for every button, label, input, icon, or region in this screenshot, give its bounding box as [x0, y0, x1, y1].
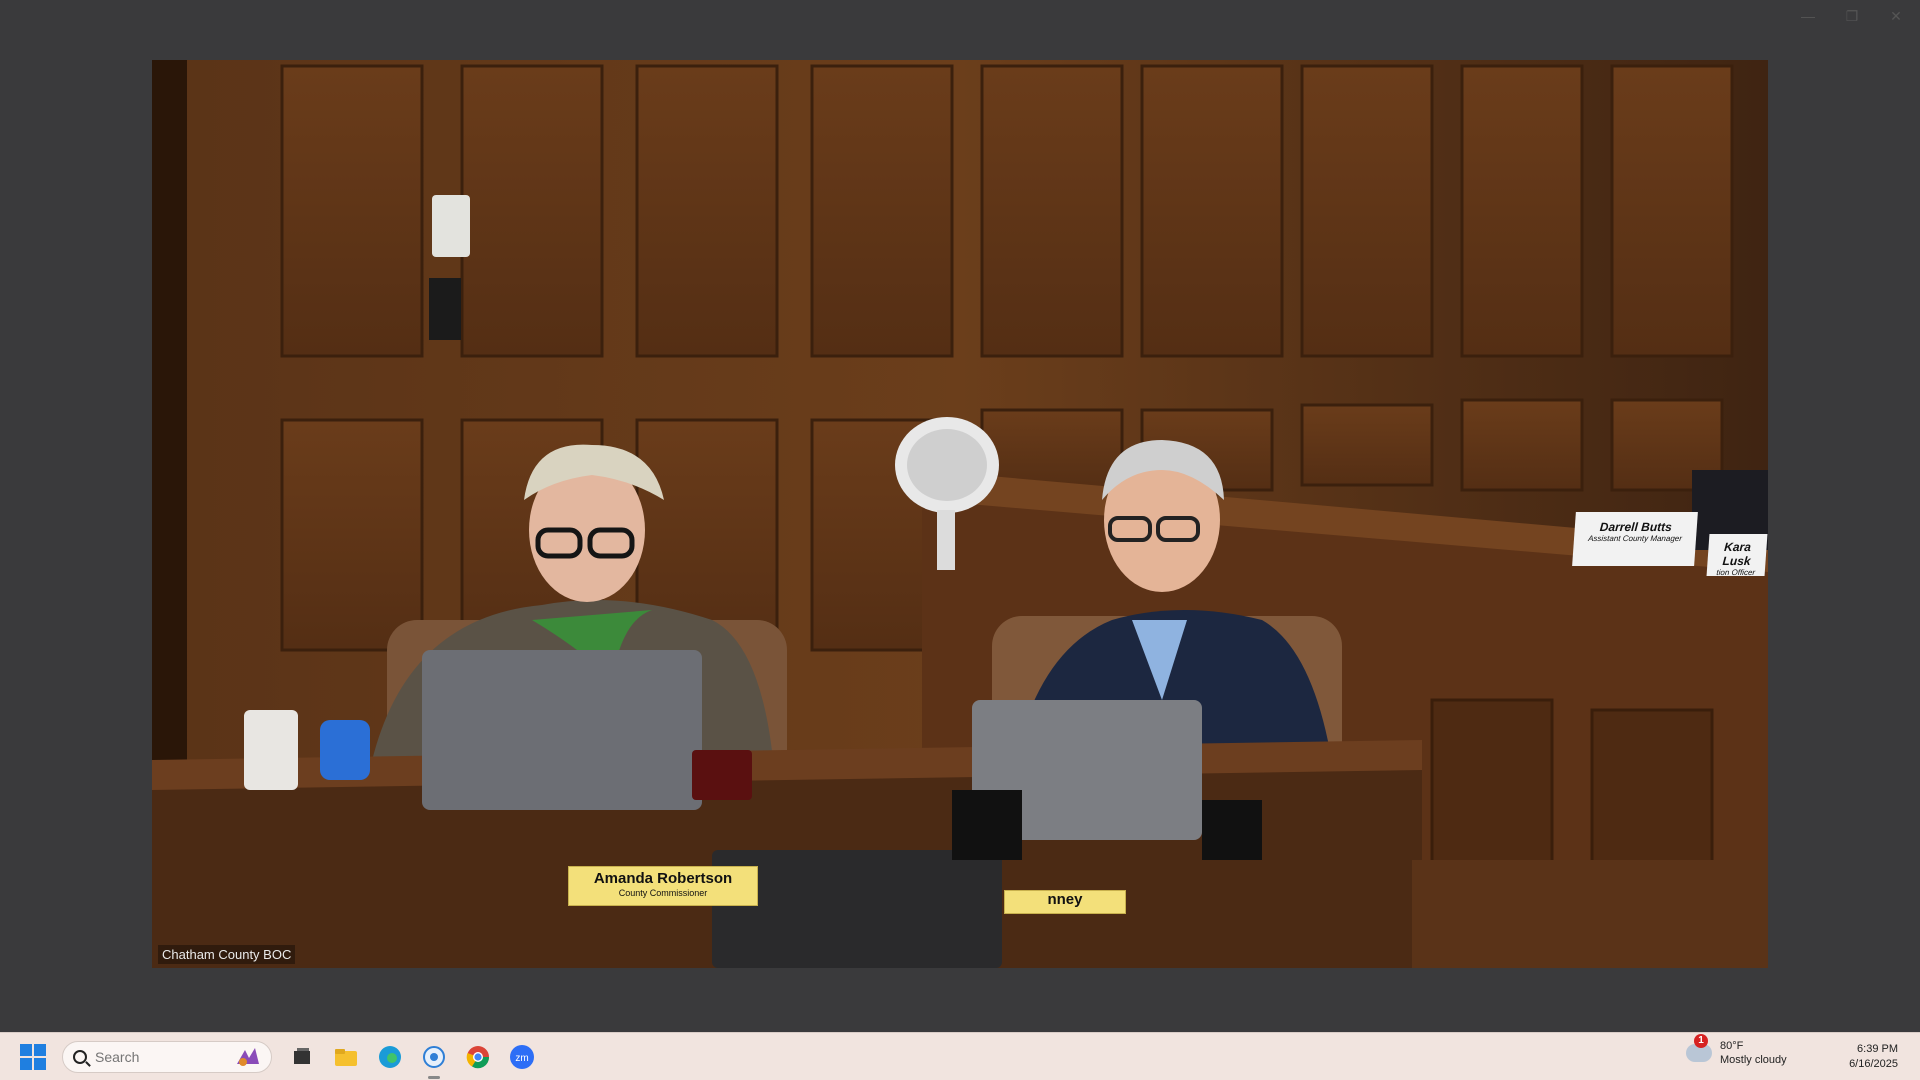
window-controls: — ❐ ✕: [1798, 8, 1906, 25]
minimize-icon[interactable]: —: [1798, 8, 1818, 25]
task-view-icon[interactable]: [288, 1043, 316, 1071]
taskbar-search[interactable]: [62, 1040, 272, 1073]
video-caption: Chatham County BOC: [158, 945, 296, 964]
nameplate-left-title: County Commissioner: [618, 888, 708, 898]
system-clock[interactable]: 6:39 PM 6/16/2025: [1849, 1042, 1898, 1072]
nameplate-left-name: Amanda Robertson: [593, 870, 733, 887]
weather-widget[interactable]: 1 80°F Mostly cloudy: [1686, 1034, 1787, 1067]
windows-start-icon[interactable]: [20, 1043, 46, 1070]
svg-text:zm: zm: [515, 1053, 528, 1064]
file-explorer-icon[interactable]: [332, 1043, 360, 1071]
clock-time: 6:39 PM: [1857, 1043, 1898, 1055]
taskbar: zm 1 80°F Mostly cloudy 6:39 PM 6/16/202…: [0, 1032, 1920, 1080]
weather-condition: Mostly cloudy: [1720, 1054, 1787, 1066]
back-nameplate-1: Darrell Butts Assistant County Manager: [1572, 512, 1698, 566]
edge-browser-icon[interactable]: [376, 1043, 404, 1071]
zoom-app-icon[interactable]: zm: [508, 1043, 536, 1071]
meeting-room-scene: [152, 60, 1768, 968]
chrome-browser-icon[interactable]: [464, 1043, 492, 1071]
cloud-icon: 1: [1686, 1034, 1712, 1062]
nameplate-right-name: nney: [1047, 891, 1083, 908]
weather-alert-badge: 1: [1694, 1034, 1708, 1048]
back-nameplate-1-title: Assistant County Manager: [1587, 534, 1683, 543]
nameplate-left: Amanda Robertson County Commissioner: [568, 866, 758, 906]
restore-icon[interactable]: ❐: [1842, 8, 1862, 25]
search-highlight-icon: [237, 1047, 259, 1066]
clock-date: 6/16/2025: [1849, 1058, 1898, 1070]
back-nameplate-2-name: Kara Lusk: [1722, 540, 1752, 568]
nameplate-right: nney: [1004, 890, 1126, 914]
search-input[interactable]: [95, 1048, 215, 1065]
back-nameplate-2: Kara Lusk tion Officer: [1706, 534, 1768, 577]
weather-temp: 80°F: [1720, 1040, 1744, 1052]
close-icon[interactable]: ✕: [1886, 8, 1906, 25]
back-nameplate-1-name: Darrell Butts: [1599, 520, 1673, 534]
video-feed: Amanda Robertson County Commissioner nne…: [152, 60, 1768, 968]
back-nameplate-2-title: tion Officer: [1716, 568, 1756, 577]
search-icon: [73, 1049, 87, 1064]
app-icon-active[interactable]: [420, 1043, 448, 1079]
